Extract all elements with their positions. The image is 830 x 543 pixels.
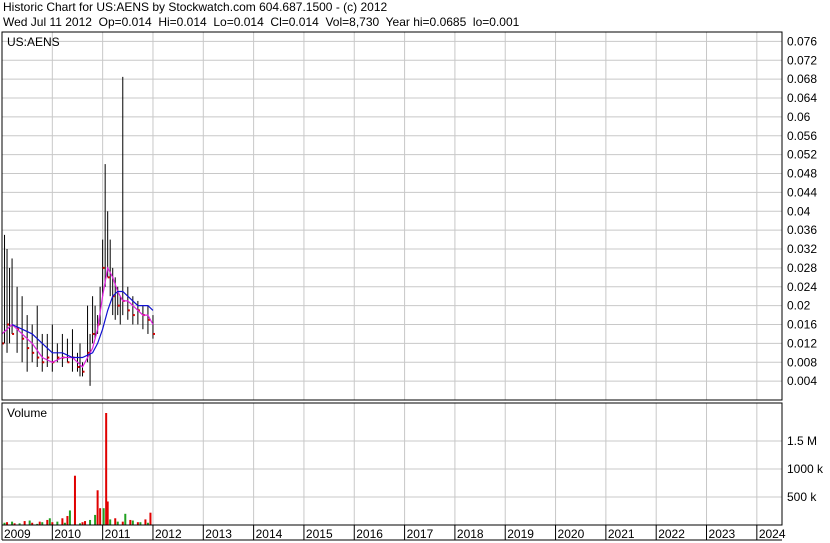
y-tick-label: 0.012: [787, 336, 817, 350]
x-tick-label: 2009: [4, 527, 31, 541]
x-tick-label: 2020: [558, 527, 585, 541]
volume-bar: [28, 520, 31, 525]
y-tick-label: 0.036: [787, 223, 817, 237]
volume-bar: [66, 516, 69, 525]
volume-tick-label: 1.5 M: [787, 434, 817, 448]
close-point: [117, 304, 120, 307]
y-tick-label: 0.072: [787, 53, 817, 67]
x-tick-label: 2010: [54, 527, 81, 541]
y-tick-label: 0.004: [787, 374, 817, 388]
y-tick-label: 0.02: [787, 299, 811, 313]
volume-panel-frame: [1, 402, 783, 526]
y-tick-label: 0.056: [787, 129, 817, 143]
x-tick-label: 2022: [658, 527, 685, 541]
volume-bar: [84, 521, 87, 525]
y-tick-label: 0.016: [787, 318, 817, 332]
close-point: [37, 356, 40, 359]
close-point: [47, 356, 50, 359]
ma-short-line: [1, 266, 154, 368]
volume-bar: [68, 510, 71, 525]
y-tick-label: 0.028: [787, 261, 817, 275]
volume-bar: [106, 501, 109, 525]
x-tick-label: 2019: [507, 527, 534, 541]
close-point: [82, 370, 85, 373]
x-tick-label: 2018: [457, 527, 484, 541]
y-tick-label: 0.032: [787, 242, 817, 256]
x-tick-label: 2016: [356, 527, 383, 541]
volume-bar: [56, 521, 59, 525]
y-tick-label: 0.04: [787, 204, 811, 218]
volume-bar: [48, 518, 51, 525]
close-point: [42, 361, 45, 364]
volume-bar: [121, 521, 124, 525]
volume-bar: [109, 519, 112, 525]
volume-tick-label: 500 k: [787, 490, 817, 504]
x-tick-label: 2015: [306, 527, 333, 541]
close-point: [77, 365, 80, 368]
close-point: [107, 276, 110, 279]
volume-bar: [114, 518, 117, 525]
price-panel-frame: [1, 31, 783, 401]
x-tick-label: 2011: [105, 527, 131, 541]
volume-bar: [94, 514, 97, 525]
x-tick-label: 2024: [759, 527, 786, 541]
x-tick-label: 2017: [407, 527, 434, 541]
close-point: [12, 332, 15, 335]
y-tick-label: 0.076: [787, 34, 817, 48]
volume-bar: [61, 518, 64, 525]
close-point: [27, 347, 30, 350]
x-tick-label: 2013: [205, 527, 232, 541]
close-point: [152, 332, 155, 335]
x-tick-label: 2023: [709, 527, 736, 541]
volume-bar: [124, 513, 127, 525]
x-tick-label: 2021: [608, 527, 635, 541]
close-point: [67, 361, 70, 364]
x-tick-label: 2012: [155, 527, 182, 541]
y-tick-label: 0.048: [787, 167, 817, 181]
volume-bar: [73, 475, 76, 525]
y-tick-label: 0.024: [787, 280, 817, 294]
volume-panel-title: Volume: [7, 406, 47, 420]
volume-tick-label: 1000 k: [787, 462, 824, 476]
volume-bar: [102, 508, 105, 525]
y-tick-label: 0.064: [787, 91, 817, 105]
volume-bar: [38, 521, 41, 525]
y-tick-label: 0.044: [787, 185, 817, 199]
y-tick-label: 0.008: [787, 355, 817, 369]
y-tick-label: 0.052: [787, 148, 817, 162]
volume-bar: [129, 519, 132, 525]
close-point: [102, 266, 105, 269]
close-point: [22, 337, 25, 340]
close-point: [132, 314, 135, 317]
volume-bar: [149, 512, 152, 525]
panel-frames: [1, 31, 783, 541]
close-point: [32, 351, 35, 354]
y-tick-label: 0.06: [787, 110, 811, 124]
close-point: [92, 332, 95, 335]
volume-bar: [131, 520, 134, 525]
close-point: [127, 309, 130, 312]
volume-bar: [96, 490, 99, 525]
close-point: [57, 356, 60, 359]
volume-bar: [46, 519, 49, 525]
volume-bar: [144, 519, 147, 525]
y-tick-label: 0.068: [787, 72, 817, 86]
volume-bar: [23, 521, 26, 525]
volume-bar: [116, 521, 119, 525]
stock-chart-window: Historic Chart for US:AENS by Stockwatch…: [0, 0, 830, 543]
volume-bar: [89, 519, 92, 525]
volume-bar: [99, 508, 102, 525]
close-point: [7, 323, 10, 326]
volume-grid: [1, 403, 782, 525]
x-tick-label: 2014: [256, 527, 283, 541]
axis-labels: 2009 2010 2011 2012 2013 2014 2015 2016 2017 2018…: [4, 34, 824, 541]
chart-canvas: 2009 2010 2011 2012 2013 2014 2015 2016 2017 2018…: [1, 31, 824, 541]
price-panel-title: US:AENS: [7, 35, 60, 49]
volume-bar: [11, 521, 14, 525]
price-grid: [1, 32, 782, 400]
